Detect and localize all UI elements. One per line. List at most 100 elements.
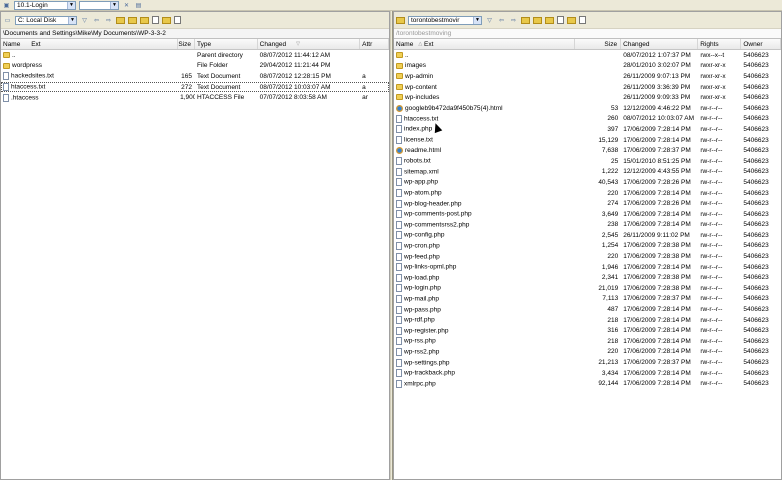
drive-icon: ▭ bbox=[4, 17, 11, 24]
remote-path-bar[interactable]: /torontobestmoving bbox=[394, 29, 781, 39]
table-row[interactable]: wp-rdf.php 218 17/06/2009 7:28:14 PM rw-r--… bbox=[394, 315, 781, 326]
save-icon[interactable]: ▤ bbox=[134, 1, 143, 9]
table-row[interactable]: wp-links-opml.php 1,946 17/06/2009 7:28:14… bbox=[394, 262, 781, 273]
col-changed[interactable]: Changed bbox=[621, 39, 699, 49]
row-changed: 17/06/2009 7:28:14 PM bbox=[623, 189, 691, 197]
bookmarks-icon[interactable] bbox=[567, 16, 576, 24]
tree-icon[interactable] bbox=[579, 16, 586, 24]
site-combo-secondary[interactable]: ▼ bbox=[79, 0, 119, 10]
row-changed: 17/06/2009 7:28:14 PM bbox=[623, 369, 691, 377]
table-row[interactable]: wp-register.php 316 17/06/2009 7:28:14 PM r… bbox=[394, 325, 781, 336]
row-type: HTACCESS File bbox=[197, 94, 245, 102]
local-drive-value: C: Local Disk bbox=[18, 16, 57, 24]
col-attr[interactable]: Attr bbox=[360, 39, 389, 49]
table-row[interactable]: wp-app.php 40,543 17/06/2009 7:28:26 PM rw-… bbox=[394, 177, 781, 188]
row-changed: 26/11/2009 3:36:39 PM bbox=[623, 83, 691, 91]
row-name: wp-rdf.php bbox=[394, 316, 575, 325]
row-changed: 17/06/2009 7:28:14 PM bbox=[623, 125, 691, 133]
tree-icon[interactable] bbox=[174, 16, 181, 24]
table-row[interactable]: .. 08/07/2012 1:07:37 PM rwx--x--t 5406623 bbox=[394, 50, 781, 61]
col-name[interactable]: Name △ Ext bbox=[394, 39, 575, 49]
forward-icon[interactable]: ⇨ bbox=[104, 16, 113, 24]
back-icon[interactable]: ⇦ bbox=[92, 16, 101, 24]
file-icon bbox=[396, 189, 402, 198]
col-owner[interactable]: Owner bbox=[741, 39, 781, 49]
table-row[interactable]: wp-settings.php 21,213 17/06/2009 7:28:37 … bbox=[394, 357, 781, 368]
back-icon[interactable]: ⇦ bbox=[497, 16, 506, 24]
table-row[interactable]: wp-load.php 2,341 17/06/2009 7:28:38 PM rw-… bbox=[394, 272, 781, 283]
table-row[interactable]: wp-content 26/11/2009 3:36:39 PM rwxr-xr-x… bbox=[394, 82, 781, 93]
table-row[interactable]: sitemap.xml 1,222 12/12/2009 4:43:55 PM rw-… bbox=[394, 167, 781, 178]
table-row[interactable]: .. Parent directory 08/07/2012 11:44:12 AM bbox=[1, 50, 389, 61]
session-icon[interactable]: ▣ bbox=[2, 1, 11, 9]
table-row[interactable]: wp-includes 26/11/2009 9:09:33 PM rwxr-xr-… bbox=[394, 92, 781, 103]
home-dir-icon[interactable] bbox=[545, 16, 554, 24]
row-rights: rw-r--r-- bbox=[700, 274, 723, 282]
table-row[interactable]: wp-rss2.php 220 17/06/2009 7:28:14 PM rw-r-… bbox=[394, 347, 781, 358]
forward-icon[interactable]: ⇨ bbox=[509, 16, 518, 24]
file-icon bbox=[396, 305, 402, 314]
table-row[interactable]: wp-login.php 21,019 17/06/2009 7:28:38 PM r… bbox=[394, 283, 781, 294]
table-row[interactable]: wp-feed.php 220 17/06/2009 7:28:38 PM rw-r-… bbox=[394, 251, 781, 262]
remote-dir-combo[interactable]: torontobestmovir ▼ bbox=[408, 15, 482, 25]
row-changed: 17/06/2009 7:28:38 PM bbox=[623, 284, 691, 292]
chevron-down-icon[interactable]: ▼ bbox=[473, 16, 481, 24]
table-row[interactable]: wp-admin 26/11/2009 9:07:13 PM rwxr-xr-x 54… bbox=[394, 71, 781, 82]
row-changed: 26/11/2009 9:11:02 PM bbox=[623, 231, 690, 239]
table-row[interactable]: htaccess.txt 272 Text Document 08/07/2012 1… bbox=[1, 81, 389, 93]
table-row[interactable]: htaccess.txt 260 08/07/2012 10:03:07 AM rw-… bbox=[394, 114, 781, 125]
chevron-down-icon[interactable]: ▼ bbox=[110, 1, 118, 9]
bookmarks-icon[interactable] bbox=[162, 16, 171, 24]
row-size: 1,946 bbox=[601, 263, 619, 271]
col-rights[interactable]: Rights bbox=[698, 39, 742, 49]
table-row[interactable]: wp-commentsrss2.php 238 17/06/2009 7:28:14… bbox=[394, 220, 781, 231]
disconnect-icon[interactable]: ✕ bbox=[122, 1, 131, 9]
row-name: wp-mail.php bbox=[394, 294, 575, 303]
row-changed: 17/06/2009 7:28:14 PM bbox=[623, 348, 691, 356]
root-dir-icon[interactable] bbox=[533, 16, 542, 24]
local-path-bar[interactable]: \Documents and Settings\Mike\My Document… bbox=[1, 29, 389, 39]
chevron-down-icon[interactable]: ▼ bbox=[67, 1, 75, 9]
root-dir-icon[interactable] bbox=[128, 16, 137, 24]
table-row[interactable]: wp-atom.php 220 17/06/2009 7:28:14 PM rw-r-… bbox=[394, 188, 781, 199]
table-row[interactable]: license.txt 15,129 17/06/2009 7:28:14 PM rw… bbox=[394, 135, 781, 146]
home-dir-icon[interactable] bbox=[140, 16, 149, 24]
filter-icon[interactable]: ▽ bbox=[485, 16, 494, 24]
table-row[interactable]: .htaccess 1,900 HTACCESS File 07/07/2012 8:… bbox=[1, 92, 389, 103]
table-row[interactable]: wp-comments-post.php 3,649 17/06/2009 7:28… bbox=[394, 209, 781, 220]
parent-dir-icon[interactable] bbox=[521, 16, 530, 24]
table-row[interactable]: readme.html 7,638 17/06/2009 7:28:37 PM rw-… bbox=[394, 145, 781, 156]
col-name[interactable]: Name Ext bbox=[1, 39, 179, 49]
table-row[interactable]: hackedsites.txt 165 Text Document 08/07/201… bbox=[1, 71, 389, 82]
table-row[interactable]: wp-rss.php 218 17/06/2009 7:28:14 PM rw-r--… bbox=[394, 336, 781, 347]
col-changed[interactable]: Changed ▽ bbox=[258, 39, 361, 49]
table-row[interactable]: wp-trackback.php 3,434 17/06/2009 7:28:14 … bbox=[394, 368, 781, 379]
file-icon bbox=[396, 326, 402, 335]
table-row[interactable]: images 28/01/2010 3:02:07 PM rwxr-xr-x 5406… bbox=[394, 61, 781, 72]
filter-icon[interactable]: ▽ bbox=[80, 16, 89, 24]
table-row[interactable]: wp-blog-header.php 274 17/06/2009 7:28:26 … bbox=[394, 198, 781, 209]
parent-dir-icon[interactable] bbox=[116, 16, 125, 24]
table-row[interactable]: wp-pass.php 487 17/06/2009 7:28:14 PM rw-r-… bbox=[394, 304, 781, 315]
table-row[interactable]: googleb9b472da9f450b75(4).html 53 12/12/20… bbox=[394, 103, 781, 114]
table-row[interactable]: index.php 397 17/06/2009 7:28:14 PM rw-r--r… bbox=[394, 124, 781, 135]
refresh-icon[interactable] bbox=[152, 16, 159, 24]
folder-icon bbox=[396, 94, 403, 101]
site-combo[interactable]: 10.1-Login ▼ bbox=[14, 0, 76, 10]
row-attr: a bbox=[362, 72, 366, 80]
row-size: 1,254 bbox=[601, 242, 619, 250]
chevron-down-icon[interactable]: ▼ bbox=[68, 16, 76, 24]
col-size[interactable]: Size bbox=[178, 39, 195, 49]
local-drive-combo[interactable]: C: Local Disk ▼ bbox=[15, 15, 77, 25]
file-icon bbox=[396, 316, 402, 325]
refresh-icon[interactable] bbox=[557, 16, 564, 24]
col-type[interactable]: Type bbox=[195, 39, 258, 49]
col-size[interactable]: Size bbox=[575, 39, 622, 49]
table-row[interactable]: wp-config.php 2,545 26/11/2009 9:11:02 PM r… bbox=[394, 230, 781, 241]
table-row[interactable]: wp-mail.php 7,113 17/06/2009 7:28:37 PM rw-… bbox=[394, 294, 781, 305]
table-row[interactable]: wordpress File Folder 29/04/2012 11:21:44 … bbox=[1, 61, 389, 72]
file-icon bbox=[396, 199, 402, 208]
table-row[interactable]: xmlrpc.php 92,144 17/06/2009 7:28:14 PM rw-… bbox=[394, 378, 781, 389]
table-row[interactable]: robots.txt 25 15/01/2010 8:51:25 PM rw-r--r… bbox=[394, 156, 781, 167]
table-row[interactable]: wp-cron.php 1,254 17/06/2009 7:28:38 PM rw-… bbox=[394, 241, 781, 252]
